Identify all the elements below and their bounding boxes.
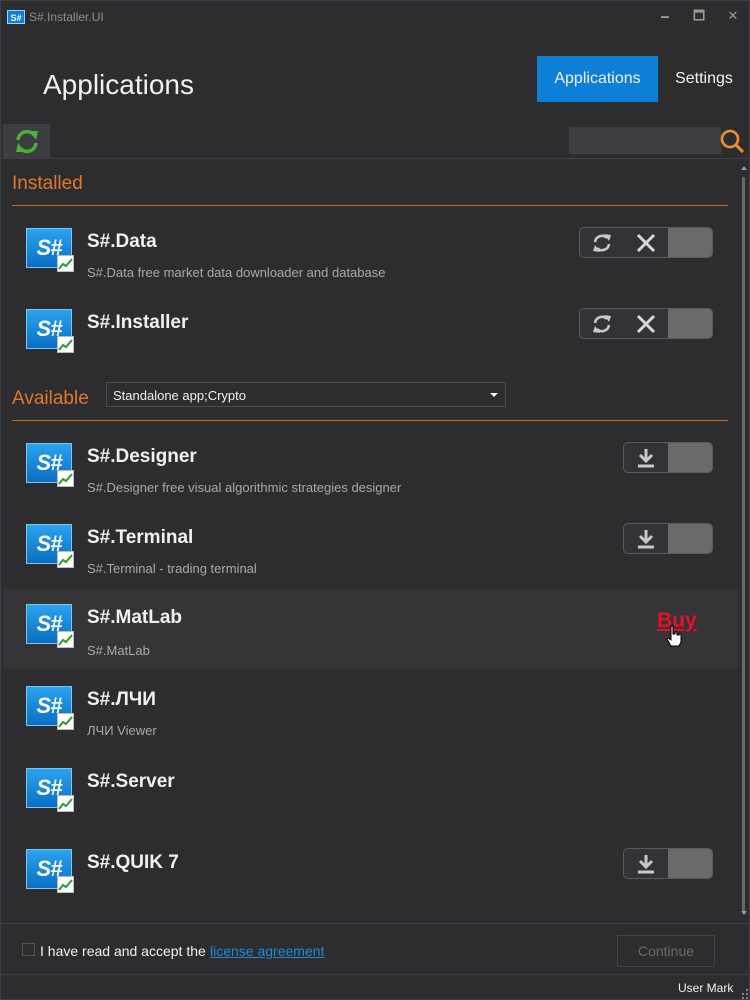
installed-section-title: Installed: [12, 173, 83, 194]
close-button[interactable]: ✕: [719, 5, 747, 27]
download-button[interactable]: [624, 443, 668, 472]
tab-applications[interactable]: Applications: [537, 56, 658, 102]
installed-divider: [12, 205, 728, 206]
maximize-button[interactable]: 🗖: [685, 5, 713, 27]
app-row-server[interactable]: S# S#.Server: [4, 760, 738, 841]
app-description: S#.Data free market data downloader and …: [87, 265, 386, 280]
app-row-quik7[interactable]: S# S#.QUIK 7: [4, 841, 738, 922]
dropdown-value: Standalone app;Crypto: [113, 388, 246, 403]
app-toggle[interactable]: [668, 443, 712, 472]
app-control-group: [579, 227, 713, 258]
scroll-up-icon[interactable]: [741, 166, 747, 170]
app-control-group: [579, 308, 713, 339]
available-section-title: Available: [12, 388, 89, 409]
app-name: S#.Terminal: [87, 527, 194, 548]
app-description: S#.Designer free visual algorithmic stra…: [87, 480, 402, 495]
license-agreement-link[interactable]: license agreement: [210, 943, 324, 959]
remove-icon: [636, 314, 656, 334]
app-control-group: [623, 848, 713, 879]
update-button[interactable]: [580, 228, 624, 257]
app-logo: S#: [26, 604, 76, 649]
download-icon: [638, 449, 654, 468]
tab-settings[interactable]: Settings: [663, 56, 745, 102]
search-icon[interactable]: [719, 128, 745, 154]
app-toggle[interactable]: [668, 524, 712, 553]
search-input[interactable]: [569, 127, 721, 154]
download-button[interactable]: [624, 849, 668, 878]
category-filter-dropdown[interactable]: Standalone app;Crypto: [106, 382, 506, 407]
app-logo: S#: [26, 443, 76, 488]
installer-window: S# S#.Installer.UI 🗕 🗖 ✕ Applications Ap…: [0, 0, 750, 1000]
toolbar-divider: [1, 158, 750, 159]
app-logo: S#: [26, 228, 76, 273]
app-row-matlab[interactable]: S# S#.MatLab S#.MatLab Buy: [4, 589, 738, 669]
app-logo: S#: [26, 309, 76, 354]
app-toggle[interactable]: [668, 228, 712, 257]
chevron-down-icon: [490, 393, 498, 397]
accept-label: I have read and accept the: [40, 943, 206, 959]
refresh-icon: [16, 129, 38, 154]
scroll-down-icon[interactable]: [741, 911, 747, 915]
app-description: S#.Terminal - trading terminal: [87, 561, 257, 576]
remove-button[interactable]: [624, 228, 668, 257]
app-logo-icon: S#: [7, 10, 25, 24]
chart-badge-icon: [57, 876, 74, 893]
app-row-designer[interactable]: S# S#.Designer S#.Designer free visual a…: [4, 435, 738, 516]
chart-badge-icon: [57, 713, 74, 730]
app-row-data[interactable]: S# S#.Data S#.Data free market data down…: [4, 220, 738, 301]
hand-cursor-icon: [666, 625, 682, 647]
app-name: S#.Designer: [87, 446, 197, 467]
app-row-terminal[interactable]: S# S#.Terminal S#.Terminal - trading ter…: [4, 516, 738, 597]
resize-grip-icon[interactable]: [739, 987, 749, 999]
app-row-installer[interactable]: S# S#.Installer: [4, 301, 738, 382]
scroll-thumb[interactable]: [742, 177, 745, 911]
continue-button[interactable]: Continue: [617, 935, 715, 967]
title-bar[interactable]: S# S#.Installer.UI 🗕 🗖 ✕: [1, 1, 750, 33]
app-row-lchi[interactable]: S# S#.ЛЧИ ЛЧИ Viewer: [4, 678, 738, 759]
chart-badge-icon: [57, 255, 74, 272]
download-button[interactable]: [624, 524, 668, 553]
status-divider: [1, 974, 750, 975]
app-toggle[interactable]: [668, 309, 712, 338]
footer-divider: [1, 923, 750, 924]
vertical-scrollbar[interactable]: [738, 161, 750, 921]
app-name: S#.Installer: [87, 312, 189, 333]
app-description: ЛЧИ Viewer: [87, 723, 157, 738]
user-mark: User Mark: [678, 981, 734, 995]
chart-badge-icon: [57, 631, 74, 648]
app-name: S#.MatLab: [87, 607, 183, 628]
download-icon: [638, 530, 654, 549]
remove-button[interactable]: [624, 309, 668, 338]
app-logo: S#: [26, 849, 76, 894]
update-icon: [593, 234, 611, 252]
accept-license-checkbox[interactable]: [22, 943, 35, 956]
chart-badge-icon: [57, 795, 74, 812]
remove-icon: [636, 233, 656, 253]
download-icon: [638, 855, 654, 874]
app-logo: S#: [26, 686, 76, 731]
chart-badge-icon: [57, 336, 74, 353]
app-logo: S#: [26, 768, 76, 813]
update-button[interactable]: [580, 309, 624, 338]
app-name: S#.Data: [87, 231, 157, 252]
app-name: S#.ЛЧИ: [87, 689, 156, 710]
app-logo: S#: [26, 524, 76, 569]
app-toggle[interactable]: [668, 849, 712, 878]
minimize-button[interactable]: 🗕: [651, 5, 679, 27]
app-control-group: [623, 523, 713, 554]
app-name: S#.QUIK 7: [87, 852, 179, 873]
page-title: Applications: [43, 69, 194, 100]
update-icon: [593, 315, 611, 333]
app-description: S#.MatLab: [87, 643, 150, 658]
refresh-button[interactable]: [3, 124, 50, 158]
window-title: S#.Installer.UI: [29, 10, 104, 24]
app-name: S#.Server: [87, 771, 175, 792]
chart-badge-icon: [57, 551, 74, 568]
chart-badge-icon: [57, 470, 74, 487]
app-control-group: [623, 442, 713, 473]
available-divider: [12, 420, 728, 421]
